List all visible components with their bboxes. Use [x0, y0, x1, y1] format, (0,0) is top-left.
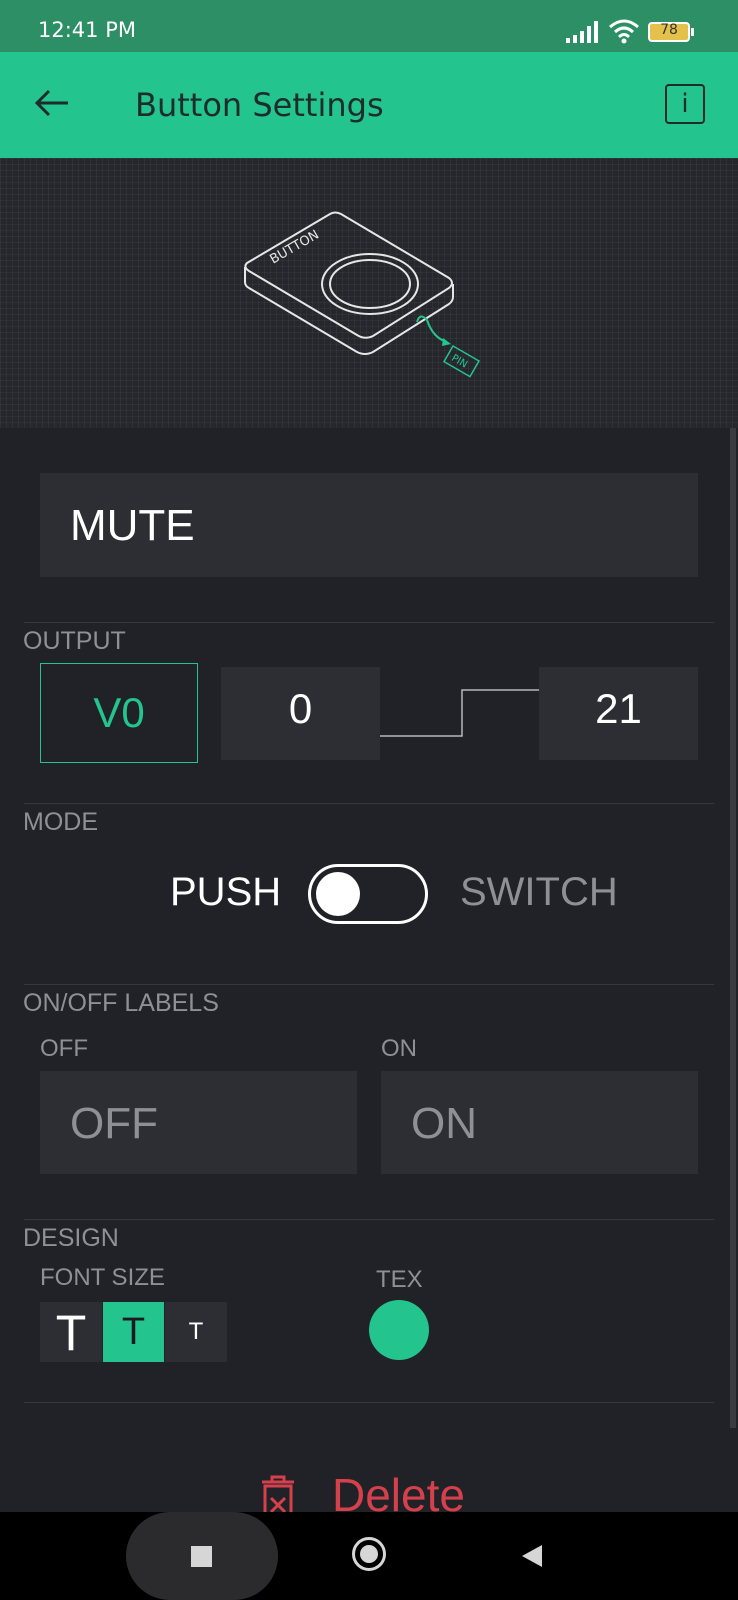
trash-icon [258, 1474, 298, 1512]
delete-button[interactable]: Delete [250, 1470, 500, 1512]
divider [24, 1219, 714, 1220]
button-name-field[interactable]: MUTE [40, 473, 698, 577]
off-label-input[interactable]: OFF [40, 1071, 357, 1174]
output-pin-value: V0 [93, 689, 145, 736]
on-caption: ON [381, 1035, 417, 1062]
font-size-medium-icon: T [121, 1311, 146, 1353]
output-min-field[interactable]: 0 [221, 667, 380, 760]
font-size-label: FONT SIZE [40, 1264, 165, 1291]
recents-button[interactable] [126, 1512, 278, 1600]
divider [24, 984, 714, 985]
button-device-illustration: BUTTON PIN [244, 211, 481, 378]
divider [24, 622, 714, 623]
status-time: 12:41 PM [38, 18, 136, 42]
status-bar: 12:41 PM 78 [0, 0, 738, 52]
design-section-label: DESIGN [23, 1224, 119, 1252]
on-label-input[interactable]: ON [381, 1071, 698, 1174]
on-label-value: ON [411, 1099, 477, 1148]
info-button[interactable]: i [665, 84, 705, 124]
font-size-selector: T T T [40, 1302, 227, 1362]
delete-label: Delete [332, 1470, 465, 1512]
device-label: BUTTON [268, 227, 322, 267]
app-bar: Button Settings i [0, 52, 738, 158]
off-label-value: OFF [70, 1099, 158, 1148]
signal-icon [566, 20, 600, 48]
output-min-value: 0 [288, 685, 313, 732]
off-caption: OFF [40, 1035, 88, 1062]
output-range-line [380, 689, 540, 737]
mode-toggle-knob [316, 872, 360, 916]
system-nav-bar [0, 1512, 738, 1600]
info-icon: i [681, 89, 689, 119]
divider [24, 803, 714, 804]
output-max-value: 21 [595, 685, 642, 732]
wifi-icon [608, 18, 640, 48]
font-size-large-button[interactable]: T [40, 1302, 102, 1362]
home-button[interactable] [352, 1537, 386, 1571]
mode-switch-label[interactable]: SWITCH [460, 870, 618, 915]
back-triangle-icon[interactable] [520, 1543, 544, 1573]
mode-toggle[interactable] [308, 864, 428, 924]
font-size-small-button[interactable]: T [165, 1302, 227, 1362]
battery-icon: 78 [648, 22, 690, 42]
text-color-label: TEX [376, 1266, 423, 1293]
widget-illustration: BUTTON PIN [0, 158, 738, 428]
home-circle-icon [360, 1545, 378, 1563]
battery-level: 78 [660, 22, 678, 38]
button-name-value: MUTE [70, 501, 195, 550]
output-section-label: OUTPUT [23, 627, 126, 655]
labels-section-label: ON/OFF LABELS [23, 989, 219, 1017]
divider [24, 1402, 714, 1403]
scrollbar[interactable] [730, 428, 736, 1428]
mode-section-label: MODE [23, 808, 98, 836]
battery-tip [691, 28, 694, 36]
mode-push-label[interactable]: PUSH [170, 870, 281, 915]
font-size-medium-button[interactable]: T [103, 1302, 164, 1362]
pin-label: PIN [449, 353, 469, 371]
text-color-swatch[interactable] [369, 1300, 429, 1360]
output-pin-selector[interactable]: V0 [40, 663, 198, 763]
page-title: Button Settings [135, 86, 384, 124]
square-icon [191, 1546, 212, 1567]
font-size-large-icon: T [55, 1305, 87, 1361]
back-arrow-icon[interactable] [34, 88, 70, 122]
output-max-field[interactable]: 21 [539, 667, 698, 760]
font-size-small-icon: T [188, 1318, 204, 1345]
